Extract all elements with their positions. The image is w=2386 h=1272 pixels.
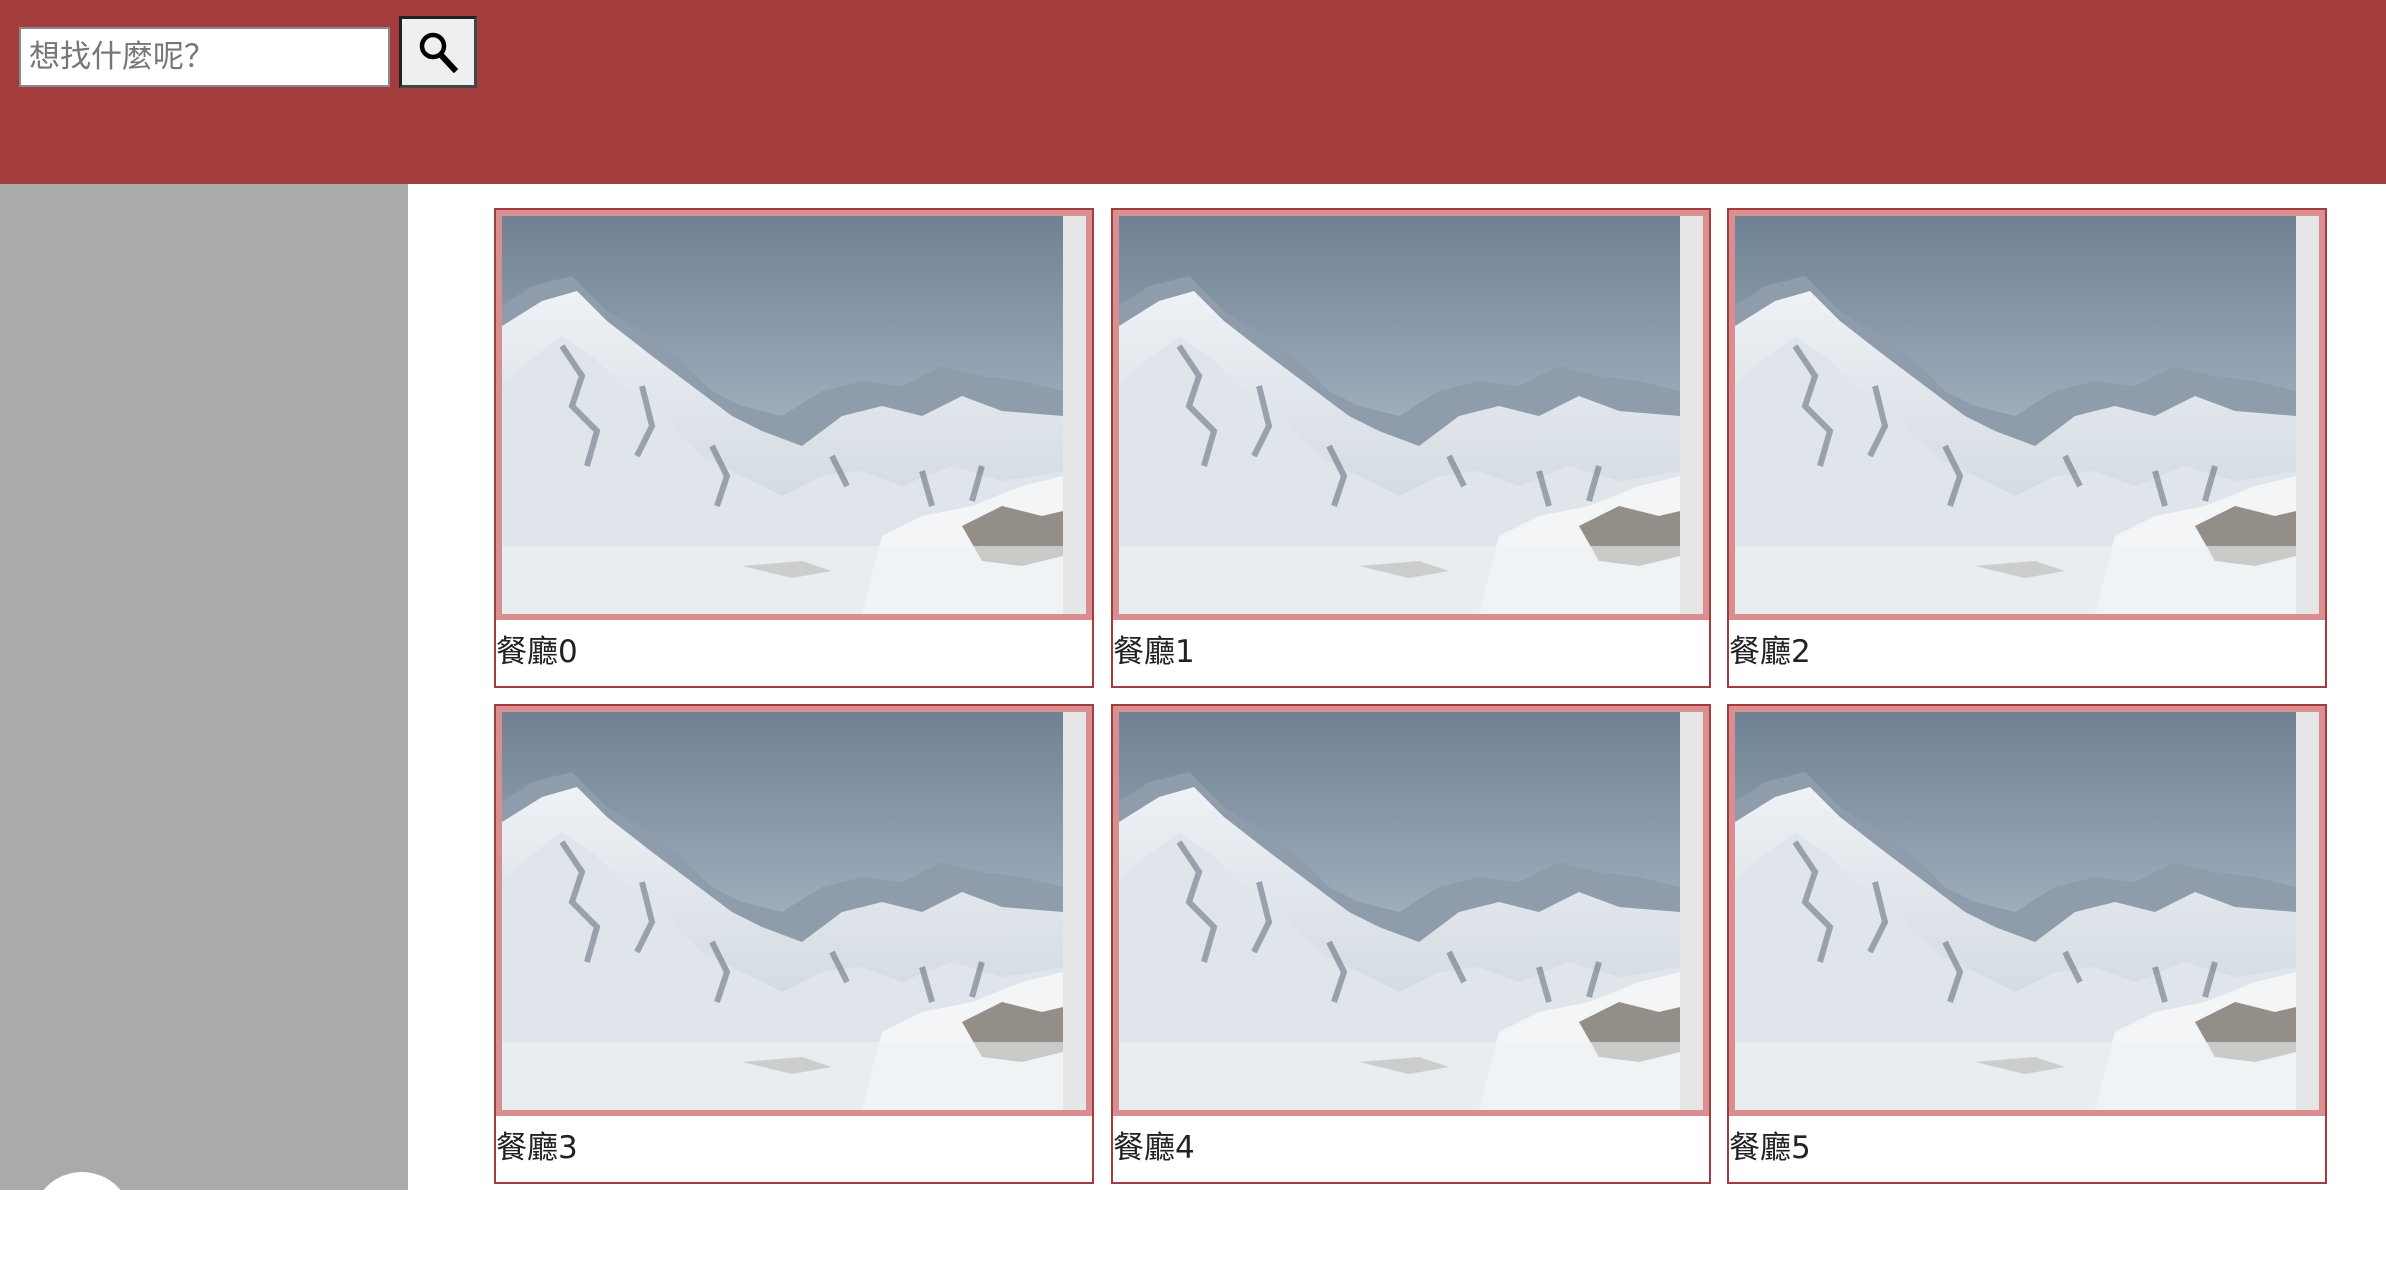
floating-circle-button[interactable] [32,1172,132,1272]
card-label: 餐廳1 [1113,634,1195,670]
card-image [1729,706,2325,1116]
search-input[interactable] [19,27,390,87]
card-image [1113,706,1709,1116]
restaurant-card[interactable]: 餐廳2 [1727,208,2327,688]
card-image [496,706,1092,1116]
mountain-photo [1735,216,2296,614]
sidebar [0,184,408,1190]
card-label: 餐廳5 [1729,1130,1811,1166]
restaurant-card[interactable]: 餐廳0 [494,208,1094,688]
restaurant-card[interactable]: 餐廳3 [494,704,1094,1184]
mountain-photo [502,712,1063,1110]
card-label: 餐廳3 [496,1130,578,1166]
card-label: 餐廳4 [1113,1130,1195,1166]
restaurant-card[interactable]: 餐廳4 [1111,704,1711,1184]
restaurant-card[interactable]: 餐廳5 [1727,704,2327,1184]
card-image [496,210,1092,620]
top-header [0,0,2386,184]
mountain-photo [1119,216,1680,614]
search-button[interactable] [399,16,477,88]
card-image [1113,210,1709,620]
card-image [1729,210,2325,620]
mountain-photo [1735,712,2296,1110]
card-label: 餐廳0 [496,634,578,670]
search-icon [419,32,458,73]
restaurant-card[interactable]: 餐廳1 [1111,208,1711,688]
card-label: 餐廳2 [1729,634,1811,670]
mountain-photo [502,216,1063,614]
mountain-photo [1119,712,1680,1110]
